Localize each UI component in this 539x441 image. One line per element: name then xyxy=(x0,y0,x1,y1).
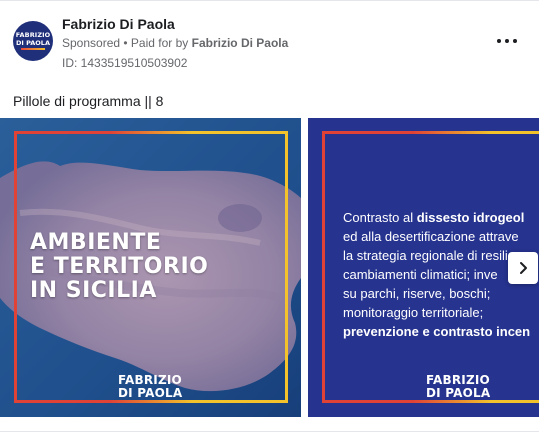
sponsored-line: Sponsored • Paid for by Fabrizio Di Paol… xyxy=(62,36,288,50)
ad-caption: Pillole di programma || 8 xyxy=(13,93,164,109)
headline-line: AMBIENTE xyxy=(30,230,162,255)
text-regular: su parchi, riserve, boschi; xyxy=(343,286,491,301)
carousel-next-button[interactable] xyxy=(508,252,538,284)
more-options-button[interactable] xyxy=(497,34,517,48)
sponsored-label: Sponsored xyxy=(62,36,121,50)
text-line: ed alla desertificazione attrave xyxy=(343,227,539,246)
slide1-brand-logo: FABRIZIO DI PAOLA xyxy=(118,374,182,400)
text-bold: dissesto idrogeol xyxy=(416,210,525,225)
text-regular: cambiamenti climatici; inve xyxy=(343,267,498,282)
text-regular: monitoraggio territoriale; xyxy=(343,305,484,320)
headline-line: E TERRITORIO xyxy=(30,254,209,279)
carousel-slide-2[interactable]: Contrasto al dissesto idrogeol ed alla d… xyxy=(308,118,539,417)
separator: • xyxy=(120,36,131,50)
avatar-accent-bar xyxy=(21,48,45,50)
text-line: prevenzione e contrasto incen xyxy=(343,322,539,341)
ad-card: FABRIZIO DI PAOLA Fabrizio Di Paola Spon… xyxy=(0,0,539,441)
slide1-headline: AMBIENTE E TERRITORIO IN SICILIA xyxy=(30,231,208,303)
ad-header: FABRIZIO DI PAOLA Fabrizio Di Paola Spon… xyxy=(0,1,539,81)
ad-id: ID: 1433519510503902 xyxy=(62,56,188,70)
text-regular: ed alla desertificazione attrave xyxy=(343,229,519,244)
chevron-right-icon xyxy=(520,262,527,274)
text-regular: Contrasto al xyxy=(343,210,417,225)
paid-for-prefix: Paid for by xyxy=(130,36,192,50)
avatar-line2: DI PAOLA xyxy=(16,38,50,47)
more-horizontal-icon xyxy=(497,39,501,43)
slide2-brand-logo: FABRIZIO DI PAOLA xyxy=(426,374,490,400)
avatar[interactable]: FABRIZIO DI PAOLA xyxy=(13,21,53,61)
more-dot xyxy=(513,39,517,43)
paid-for-name: Fabrizio Di Paola xyxy=(191,36,289,50)
headline-line: IN SICILIA xyxy=(30,278,157,303)
avatar-line1: FABRIZIO xyxy=(15,31,51,39)
more-dot xyxy=(505,39,509,43)
brand-line: DI PAOLA xyxy=(426,386,491,400)
text-bold: prevenzione e contrasto incen xyxy=(343,324,531,339)
page-name-link[interactable]: Fabrizio Di Paola xyxy=(62,16,175,32)
brand-line: DI PAOLA xyxy=(118,386,183,400)
text-line: su parchi, riserve, boschi; xyxy=(343,284,539,303)
carousel-slide-1[interactable]: AMBIENTE E TERRITORIO IN SICILIA FABRIZI… xyxy=(0,118,301,417)
carousel: AMBIENTE E TERRITORIO IN SICILIA FABRIZI… xyxy=(0,118,539,417)
text-regular: la strategia regionale di resilien xyxy=(343,248,523,263)
text-line: Contrasto al dissesto idrogeol xyxy=(343,208,539,227)
divider xyxy=(0,431,539,432)
text-line: monitoraggio territoriale; xyxy=(343,303,539,322)
